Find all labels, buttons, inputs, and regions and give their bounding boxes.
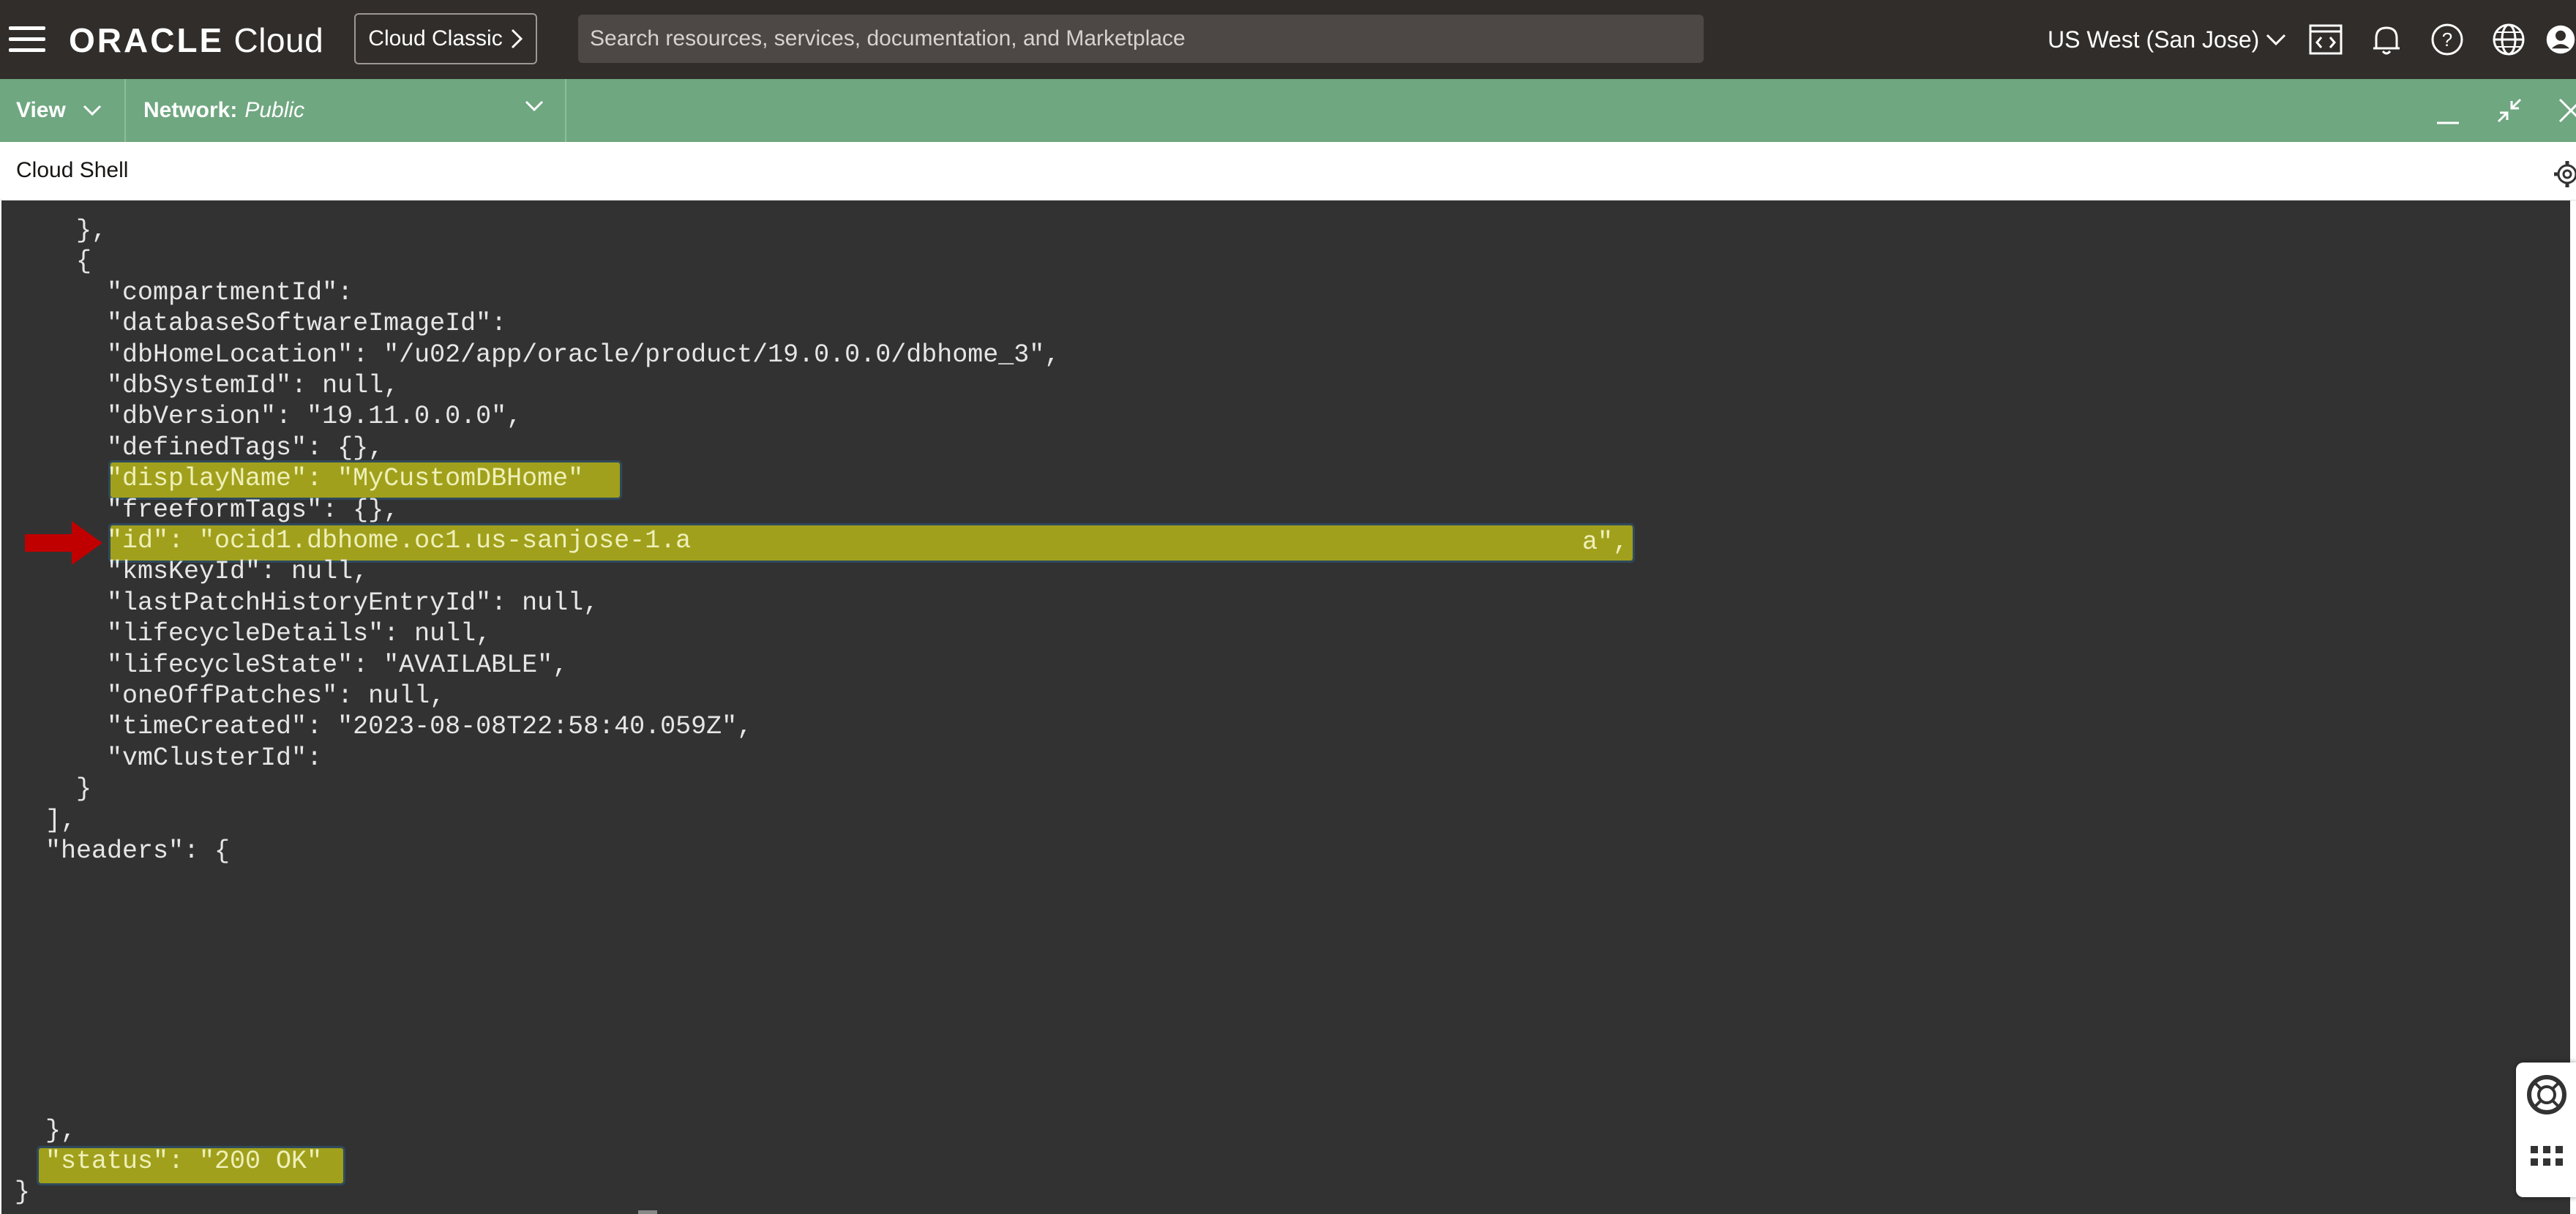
terminal-line: ], [15, 805, 77, 835]
terminal-line: "status": "200 OK" [15, 1147, 323, 1176]
terminal-line: "displayName": "MyCustomDBHome" [15, 464, 584, 494]
lifebuoy-icon[interactable] [2525, 1073, 2569, 1117]
svg-text:?: ? [2442, 29, 2452, 50]
terminal-line: "lifecycleDetails": null, [15, 619, 492, 649]
oracle-cloud-logo[interactable]: ORACLE Cloud [69, 20, 323, 60]
chevron-right-icon [511, 29, 523, 49]
terminal-line: "oneOffPatches": null, [15, 681, 446, 711]
search-placeholder: Search resources, services, documentatio… [590, 26, 1186, 50]
cloud-classic-label: Cloud Classic [368, 26, 503, 50]
apps-grid-icon[interactable] [2528, 1136, 2566, 1174]
network-label: Network: [143, 98, 238, 122]
terminal-line: "lastPatchHistoryEntryId": null, [15, 588, 599, 618]
terminal-line: "headers": { [15, 836, 231, 866]
id-suffix: a", [1582, 528, 1629, 557]
horizontal-scrollbar[interactable] [638, 1210, 657, 1214]
view-label: View [16, 98, 66, 122]
terminal-line: }, [15, 216, 108, 245]
cloud-shell-title: Cloud Shell [16, 158, 129, 182]
minimize-icon[interactable] [2430, 92, 2466, 129]
terminal-line: "dbVersion": "19.11.0.0.0", [15, 402, 523, 432]
restore-icon[interactable] [2491, 92, 2528, 129]
help-widget[interactable] [2516, 1063, 2576, 1197]
chevron-down-icon [83, 105, 101, 116]
terminal-line: "dbHomeLocation": "/u02/app/oracle/produ… [15, 340, 1060, 370]
terminal-line: "definedTags": {}, [15, 432, 384, 462]
bell-icon[interactable] [2366, 19, 2407, 60]
terminal-line: }, [15, 1115, 77, 1145]
terminal-line: "compartmentId": [15, 277, 353, 307]
globe-icon[interactable] [2488, 19, 2529, 60]
logo-product: Cloud [233, 21, 324, 59]
terminal-line: } [15, 1177, 31, 1207]
search-input[interactable]: Search resources, services, documentatio… [578, 15, 1704, 63]
close-icon[interactable] [2553, 92, 2576, 129]
terminal-line: "id": "ocid1.dbhome.oc1.us-sanjose-1.a [15, 526, 692, 555]
top-navigation-bar: ORACLE Cloud Cloud Classic Search resour… [0, 0, 2576, 79]
profile-icon[interactable] [2545, 19, 2576, 60]
chevron-down-icon [525, 100, 544, 112]
cloud-shell-toolbar: View Network: Public [0, 79, 2576, 142]
terminal-line: "dbSystemId": null, [15, 371, 400, 400]
view-menu[interactable]: View [0, 79, 126, 142]
code-editor-icon[interactable] [2305, 19, 2346, 60]
help-icon[interactable]: ? [2427, 19, 2468, 60]
gear-icon[interactable] [2553, 160, 2576, 189]
region-label: US West (San Jose) [2048, 26, 2260, 53]
terminal-line: } [15, 774, 92, 804]
terminal-line: "lifecycleState": "AVAILABLE", [15, 650, 569, 680]
network-value: Public [244, 98, 305, 122]
chevron-down-icon [2266, 34, 2286, 46]
menu-icon[interactable] [9, 22, 45, 57]
logo-brand: ORACLE [69, 21, 225, 59]
region-selector[interactable]: US West (San Jose) [2048, 19, 2287, 60]
cloud-classic-button[interactable]: Cloud Classic [354, 13, 537, 64]
network-selector[interactable]: Network: Public [127, 79, 566, 142]
terminal-output[interactable]: }, { "compartmentId": "databaseSoftwareI… [1, 201, 2570, 1214]
cloud-shell-titlebar: Cloud Shell [0, 142, 2576, 201]
terminal-line: { [15, 247, 92, 277]
red-arrow-icon [25, 521, 102, 565]
terminal-line: "timeCreated": "2023-08-08T22:58:40.059Z… [15, 712, 753, 742]
terminal-line: "databaseSoftwareImageId": [15, 309, 507, 339]
terminal-line: "vmClusterId": [15, 743, 323, 773]
